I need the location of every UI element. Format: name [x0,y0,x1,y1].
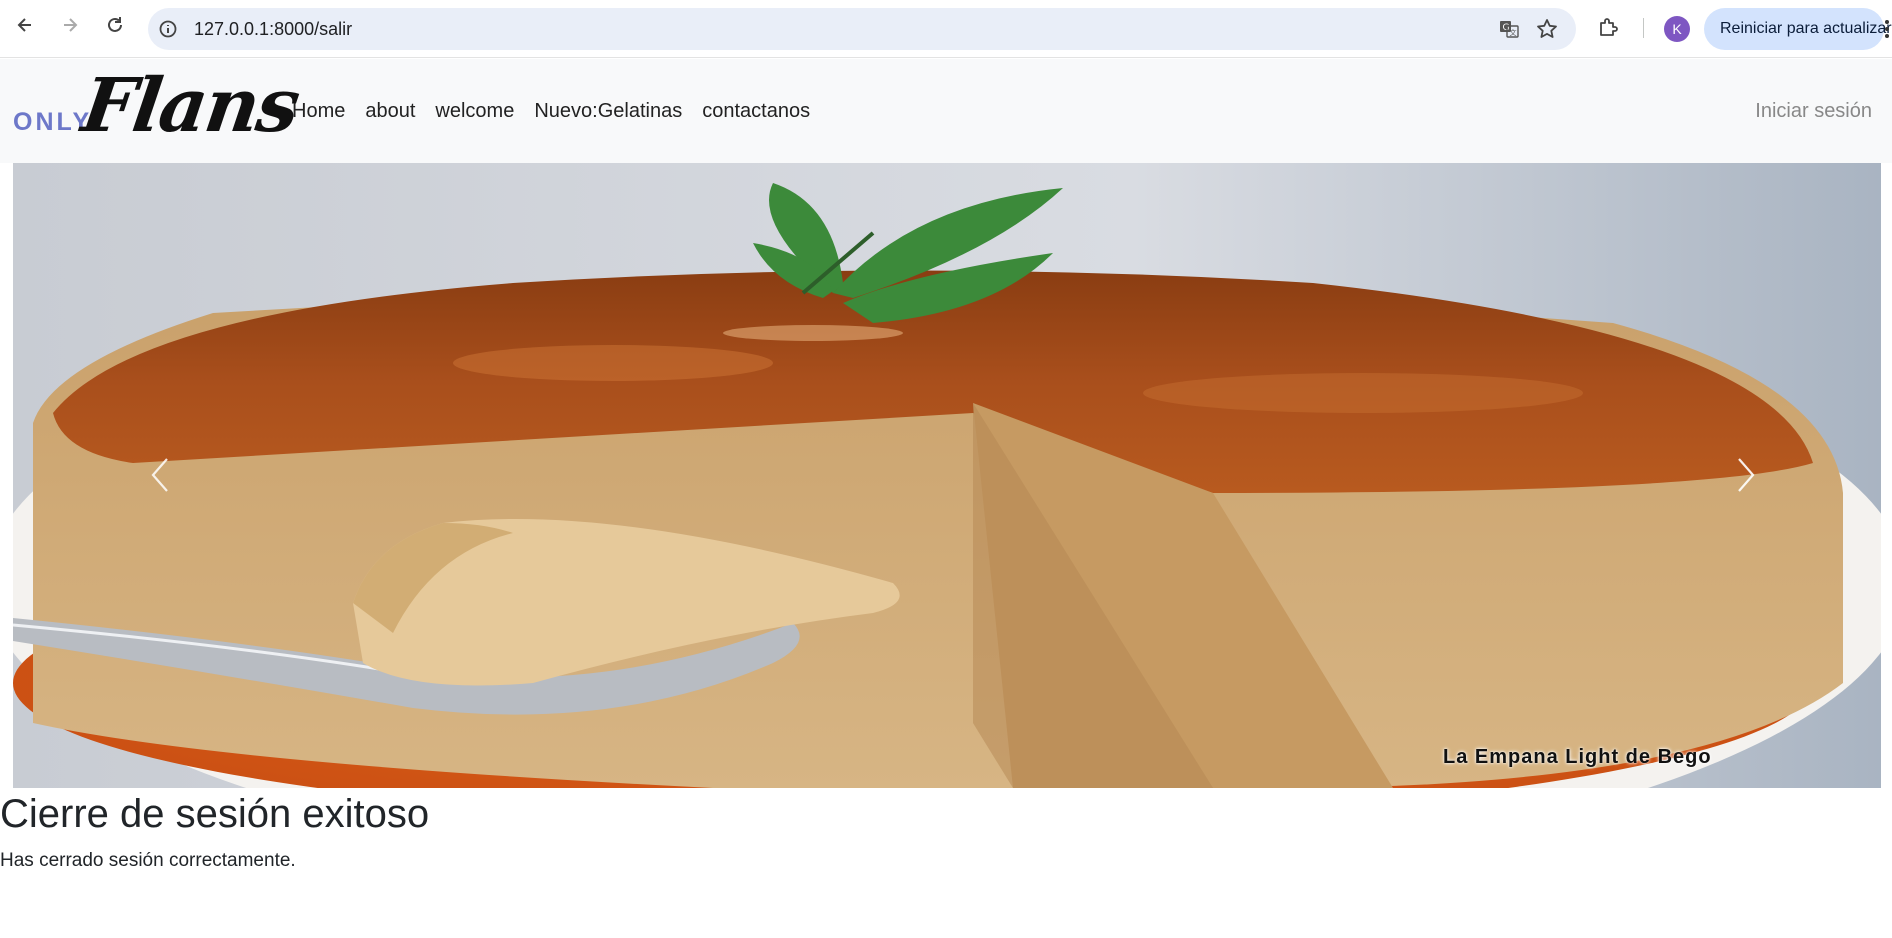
reload-button[interactable] [102,12,128,38]
url-host: 127.0.0.1 [194,19,270,39]
reload-icon [108,17,122,32]
arrow-right-icon [64,18,78,32]
nav-link-welcome[interactable]: welcome [425,99,524,123]
star-icon[interactable] [1536,18,1558,40]
chevron-left-icon[interactable] [141,453,181,497]
nav-link-gelatinas[interactable]: Nuevo:Gelatinas [524,99,692,123]
chevron-right-icon[interactable] [1725,453,1765,497]
nav-link-home[interactable]: Home [292,99,355,123]
forward-button[interactable] [57,12,83,38]
url-path: :8000/salir [269,19,353,39]
hero-carousel: La Empana Light de Bego [13,163,1881,788]
translate-icon[interactable]: G文 [1498,18,1520,40]
address-bar[interactable]: 127.0.0.1:8000/salir G文 [148,8,1576,50]
update-button[interactable]: Reiniciar para actualizar [1704,8,1892,50]
nav-link-contact[interactable]: contactanos [692,99,820,123]
kebab-menu-icon[interactable] [1884,18,1890,40]
nav-link-about[interactable]: about [355,99,425,123]
arrow-left-icon [17,18,31,32]
flan-photo [13,163,1881,788]
puzzle-icon[interactable] [1597,15,1621,39]
page-title: Cierre de sesión exitoso [0,792,430,836]
toolbar-divider [1643,18,1644,38]
svg-text:G: G [1503,23,1510,33]
url-text[interactable]: 127.0.0.1:8000/salir [194,19,352,39]
profile-avatar[interactable]: K [1664,16,1690,42]
back-button[interactable] [12,12,38,38]
nav-links: Home about welcome Nuevo:Gelatinas conta… [292,99,820,123]
brand-logo[interactable]: ONLY Flans [13,63,303,155]
site-navbar: ONLY Flans Home about welcome Nuevo:Gela… [0,59,1892,163]
svg-text:文: 文 [1510,28,1517,37]
logout-message: Has cerrado sesión correctamente. [0,850,296,871]
login-link[interactable]: Iniciar sesión [1755,99,1872,123]
browser-toolbar: 127.0.0.1:8000/salir G文 K Reiniciar para… [0,0,1892,58]
photo-watermark: La Empana Light de Bego [1443,746,1712,768]
brand-script-text: Flans [76,63,304,149]
site-info-icon[interactable] [158,19,178,39]
